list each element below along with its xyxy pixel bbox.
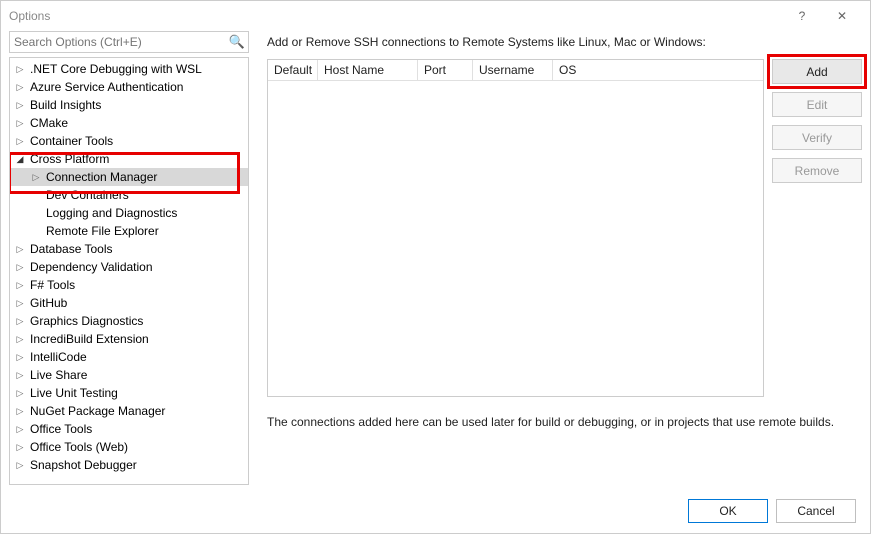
col-hostname[interactable]: Host Name: [318, 60, 418, 80]
tree-item[interactable]: ▷ IntelliCode: [10, 348, 248, 366]
chevron-right-icon: ▷: [14, 388, 26, 399]
tree-item[interactable]: ▷ GitHub: [10, 294, 248, 312]
tree-item-label: Database Tools: [30, 242, 113, 256]
chevron-right-icon: ▷: [14, 82, 26, 93]
tree-item-label: Live Share: [30, 368, 87, 382]
grid-buttons: Add Edit Verify Remove: [772, 59, 862, 397]
tree-item-label: Graphics Diagnostics: [30, 314, 143, 328]
chevron-right-icon: ▷: [14, 262, 26, 273]
options-tree[interactable]: ▷ .NET Core Debugging with WSL ▷ Azure Serv…: [9, 57, 249, 485]
tree-item-label: Cross Platform: [30, 152, 109, 166]
tree-item[interactable]: ▷ Database Tools: [10, 240, 248, 258]
chevron-right-icon: ▷: [14, 244, 26, 255]
tree-item-label: Dev Containers: [46, 188, 129, 202]
remove-button: Remove: [772, 158, 862, 183]
tree-item[interactable]: ▷ Container Tools: [10, 132, 248, 150]
col-username[interactable]: Username: [473, 60, 553, 80]
tree-item-label: IncrediBuild Extension: [30, 332, 149, 346]
tree-item[interactable]: ▷ Live Share: [10, 366, 248, 384]
edit-button: Edit: [772, 92, 862, 117]
chevron-right-icon: ▷: [14, 442, 26, 453]
help-icon: ?: [799, 9, 806, 23]
window-title: Options: [9, 9, 782, 23]
col-port[interactable]: Port: [418, 60, 473, 80]
chevron-right-icon: ▷: [14, 118, 26, 129]
chevron-right-icon: ▷: [14, 64, 26, 75]
tree-item[interactable]: ▷ Azure Service Authentication: [10, 78, 248, 96]
tree-item-label: Remote File Explorer: [46, 224, 159, 238]
tree-item-label: NuGet Package Manager: [30, 404, 165, 418]
tree-item[interactable]: ▷ CMake: [10, 114, 248, 132]
cancel-label: Cancel: [797, 504, 834, 518]
tree-item[interactable]: Logging and Diagnostics: [10, 204, 248, 222]
tree-item-label: F# Tools: [30, 278, 75, 292]
tree-item[interactable]: ▷ Graphics Diagnostics: [10, 312, 248, 330]
right-panel: Add or Remove SSH connections to Remote …: [249, 31, 862, 485]
chevron-right-icon: ▷: [14, 352, 26, 363]
add-label: Add: [806, 65, 827, 79]
tree-item-label: GitHub: [30, 296, 67, 310]
tree-item-label: Office Tools: [30, 422, 92, 436]
panel-description: Add or Remove SSH connections to Remote …: [267, 35, 862, 49]
tree-item-label: Office Tools (Web): [30, 440, 128, 454]
tree-item-label: .NET Core Debugging with WSL: [30, 62, 202, 76]
tree-item-label: Azure Service Authentication: [30, 80, 183, 94]
ok-label: OK: [719, 504, 736, 518]
remove-label: Remove: [795, 164, 840, 178]
chevron-right-icon: ▷: [14, 100, 26, 111]
chevron-right-icon: ▷: [14, 460, 26, 471]
panel-footnote: The connections added here can be used l…: [267, 415, 862, 429]
chevron-down-icon: ◢: [14, 154, 26, 165]
tree-item-label: Snapshot Debugger: [30, 458, 137, 472]
close-icon: ✕: [837, 9, 847, 23]
chevron-right-icon: ▷: [14, 136, 26, 147]
ok-button[interactable]: OK: [688, 499, 768, 523]
chevron-right-icon: ▷: [14, 316, 26, 327]
chevron-right-icon: ▷: [14, 298, 26, 309]
tree-item[interactable]: ▷ .NET Core Debugging with WSL: [10, 60, 248, 78]
cancel-button[interactable]: Cancel: [776, 499, 856, 523]
search-input[interactable]: [9, 31, 249, 53]
chevron-right-icon: ▷: [14, 280, 26, 291]
titlebar: Options ? ✕: [1, 1, 870, 31]
tree-item-label: Build Insights: [30, 98, 101, 112]
tree-item[interactable]: ▷ Office Tools (Web): [10, 438, 248, 456]
chevron-right-icon: ▷: [14, 334, 26, 345]
add-button[interactable]: Add: [772, 59, 862, 84]
close-button[interactable]: ✕: [822, 1, 862, 31]
tree-item[interactable]: ▷ NuGet Package Manager: [10, 402, 248, 420]
tree-item[interactable]: ▷ Dependency Validation: [10, 258, 248, 276]
verify-button: Verify: [772, 125, 862, 150]
tree-item-label: Logging and Diagnostics: [46, 206, 177, 220]
chevron-right-icon: ▷: [14, 370, 26, 381]
tree-item-label: Connection Manager: [46, 170, 157, 184]
chevron-right-icon: ▷: [14, 424, 26, 435]
tree-item[interactable]: ▷ Office Tools: [10, 420, 248, 438]
edit-label: Edit: [807, 98, 828, 112]
tree-item-label: Live Unit Testing: [30, 386, 118, 400]
tree-item-label: Dependency Validation: [30, 260, 153, 274]
tree-item[interactable]: ▷ Connection Manager: [10, 168, 248, 186]
grid-header: Default Host Name Port Username OS: [268, 60, 763, 81]
verify-label: Verify: [802, 131, 832, 145]
tree-item[interactable]: Dev Containers: [10, 186, 248, 204]
col-os[interactable]: OS: [553, 60, 613, 80]
tree-item[interactable]: ◢ Cross Platform: [10, 150, 248, 168]
tree-item[interactable]: ▷ F# Tools: [10, 276, 248, 294]
chevron-right-icon: ▷: [14, 406, 26, 417]
tree-item-label: Container Tools: [30, 134, 113, 148]
tree-item-label: CMake: [30, 116, 68, 130]
tree-item[interactable]: ▷ Build Insights: [10, 96, 248, 114]
col-default[interactable]: Default: [268, 60, 318, 80]
dialog-buttons: OK Cancel: [688, 499, 856, 523]
tree-item[interactable]: Remote File Explorer: [10, 222, 248, 240]
tree-item[interactable]: ▷ IncrediBuild Extension: [10, 330, 248, 348]
tree-item[interactable]: ▷ Snapshot Debugger: [10, 456, 248, 474]
tree-item-label: IntelliCode: [30, 350, 87, 364]
chevron-right-icon: ▷: [30, 172, 42, 183]
tree-item[interactable]: ▷ Live Unit Testing: [10, 384, 248, 402]
left-panel: 🔍 ▷.NET Core Debugging with WSL▷Azure Se…: [9, 31, 249, 485]
help-button[interactable]: ?: [782, 1, 822, 31]
connections-grid[interactable]: Default Host Name Port Username OS: [267, 59, 764, 397]
